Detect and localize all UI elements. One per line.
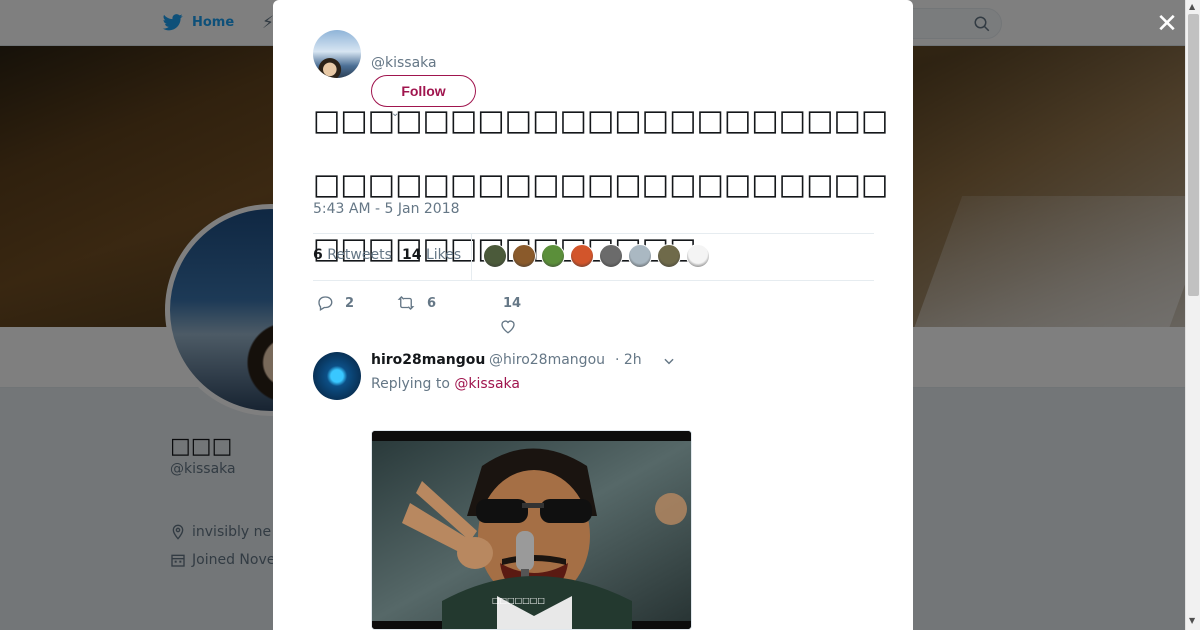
reply-media-image[interactable]: □□□□□□□ — [371, 430, 692, 630]
likers-avatars — [483, 244, 710, 268]
reply-action[interactable]: 2 — [315, 294, 354, 312]
liker-avatar[interactable] — [483, 244, 507, 268]
reply-icon[interactable] — [315, 294, 335, 312]
retweet-icon[interactable] — [395, 294, 417, 312]
retweet-count: 6 — [427, 295, 437, 311]
chevron-down-icon[interactable]: ⌄ — [391, 108, 399, 119]
liker-avatar[interactable] — [628, 244, 652, 268]
stats-divider — [471, 234, 472, 280]
reply-author-name[interactable]: hiro28mangou — [371, 352, 485, 368]
tweet-actions: 2 6 14 — [313, 290, 613, 340]
tweet-modal: @kissaka □□□□□□□□□□□□□□□□□□□□□□□□□□□□□□□… — [273, 0, 913, 630]
media-caption: □□□□□□□ — [492, 596, 545, 605]
retweet-action[interactable]: 6 — [395, 294, 436, 312]
author-handle[interactable]: @kissaka — [371, 55, 437, 71]
media-photo: □□□□□□□ — [372, 431, 691, 629]
tweet-stats: 6 Retweets 14 Likes — [313, 233, 874, 281]
liker-avatar[interactable] — [541, 244, 565, 268]
likes-label: Likes — [425, 247, 462, 263]
reply-author-handle[interactable]: @hiro28mangou — [489, 352, 605, 368]
liker-avatar[interactable] — [512, 244, 536, 268]
author-avatar[interactable] — [313, 30, 361, 78]
chevron-down-icon[interactable] — [662, 354, 676, 368]
liker-avatar[interactable] — [599, 244, 623, 268]
tweet-timestamp[interactable]: 5:43 AM - 5 Jan 2018 — [313, 201, 460, 217]
replying-to: Replying to @kissaka — [371, 376, 520, 392]
retweets-label: Retweets — [327, 247, 392, 263]
liker-avatar[interactable] — [686, 244, 710, 268]
scrollbar-thumb[interactable] — [1188, 14, 1199, 296]
reply-avatar[interactable] — [313, 352, 361, 400]
reply-time[interactable]: · 2h — [615, 352, 642, 368]
heart-icon[interactable] — [499, 317, 517, 335]
liker-avatar[interactable] — [570, 244, 594, 268]
retweets-count: 6 — [313, 247, 323, 263]
like-count: 14 — [503, 296, 522, 311]
reply-count: 2 — [345, 295, 355, 311]
page-scrollbar[interactable]: ▲ ▼ — [1185, 0, 1200, 630]
follow-button[interactable]: Follow — [371, 75, 476, 107]
likes-count: 14 — [402, 247, 422, 263]
liker-avatar[interactable] — [657, 244, 681, 268]
retweets-stat[interactable]: 6 Retweets — [313, 247, 392, 263]
scroll-down-arrow-icon[interactable]: ▼ — [1189, 616, 1195, 625]
replying-mention[interactable]: @kissaka — [454, 376, 520, 392]
replying-prefix: Replying to — [371, 376, 450, 392]
scroll-up-arrow-icon[interactable]: ▲ — [1189, 2, 1195, 11]
close-icon[interactable]: ✕ — [1153, 10, 1181, 38]
likes-stat[interactable]: 14 Likes — [402, 247, 461, 263]
